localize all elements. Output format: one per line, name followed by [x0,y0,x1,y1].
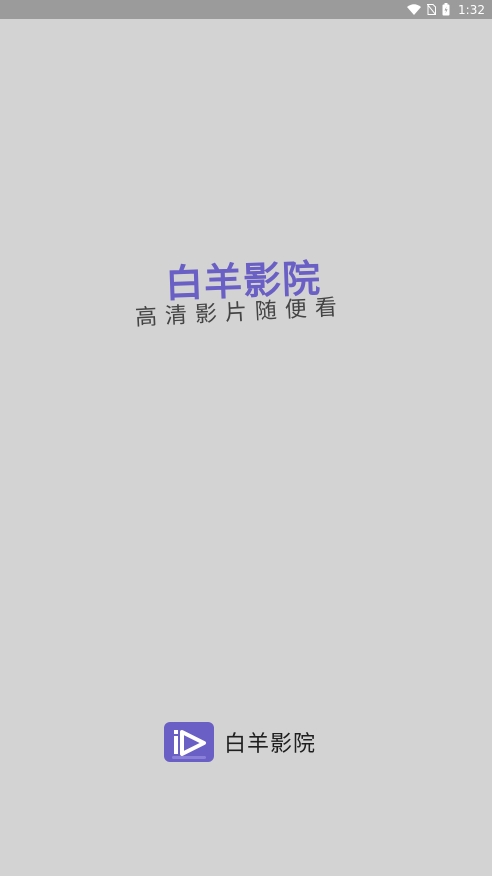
play-logo-icon [164,722,214,762]
battery-icon [442,3,450,16]
wifi-icon [407,4,422,15]
no-sim-icon [427,4,437,15]
splash-hero: 白羊影院 高清影片随便看 [0,248,492,348]
brand-name: 白羊影院 [224,732,317,757]
splash-screen: 1:32 白羊影院 高清影片随便看 白羊影院 [0,0,492,876]
status-bar: 1:32 [0,0,492,19]
status-time: 1:32 [458,2,485,17]
brand-footer: 白羊影院 [164,722,316,762]
